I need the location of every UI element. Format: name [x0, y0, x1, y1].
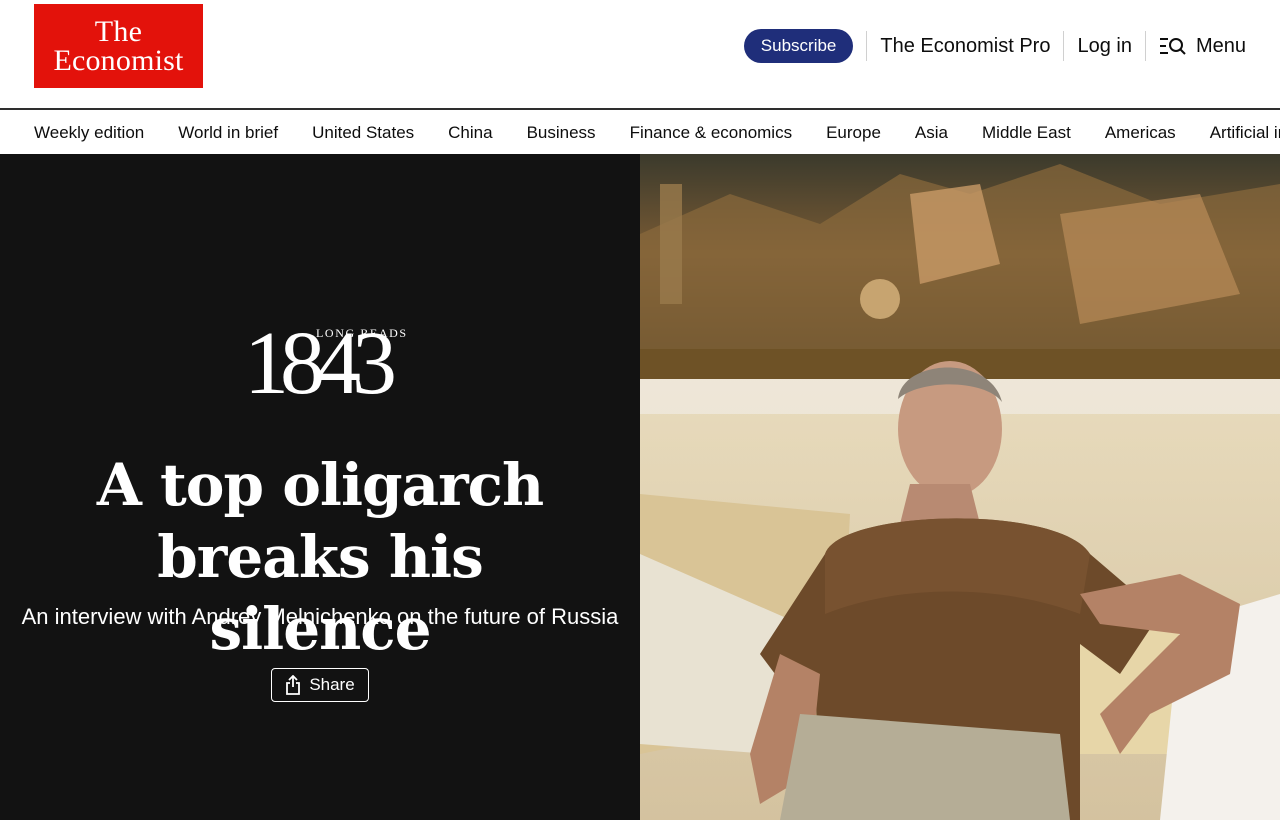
nav-item-united-states[interactable]: United States — [312, 123, 414, 143]
nav-item-asia[interactable]: Asia — [915, 123, 948, 143]
article-headline[interactable]: A top oligarch breaks his silence — [0, 449, 640, 665]
share-icon — [286, 675, 301, 695]
login-link[interactable]: Log in — [1077, 35, 1132, 58]
nav-item-weekly-edition[interactable]: Weekly edition — [34, 123, 144, 143]
menu-label: Menu — [1195, 34, 1246, 57]
nav-item-americas[interactable]: Americas — [1105, 123, 1176, 143]
share-button[interactable]: Share — [271, 668, 369, 702]
nav-item-world-in-brief[interactable]: World in brief — [178, 123, 278, 143]
nav-item-middle-east[interactable]: Middle East — [982, 123, 1071, 143]
economist-logo[interactable]: The Economist — [34, 4, 203, 88]
header-divider — [866, 31, 868, 61]
subscribe-button[interactable]: Subscribe — [743, 29, 854, 63]
hero-photo — [640, 154, 1280, 820]
header-divider — [1063, 31, 1065, 61]
logo-line-2: Economist — [53, 44, 184, 77]
share-label: Share — [309, 675, 355, 694]
hero-panel: 1843 LONG READS A top oligarch breaks hi… — [0, 154, 640, 820]
nav-item-europe[interactable]: Europe — [826, 123, 881, 143]
badge-label: LONG READS — [316, 326, 408, 340]
article-dek: An interview with Andrey Melnichenko on … — [21, 604, 619, 629]
1843-long-reads-badge: 1843 LONG READS — [244, 319, 419, 419]
nav-item-finance-economics[interactable]: Finance & economics — [630, 123, 793, 143]
header-divider — [1144, 31, 1146, 61]
logo-line-1: The — [94, 15, 143, 48]
portrait-photo-illustration — [640, 154, 1280, 820]
header-actions: Subscribe The Economist Pro Log in Menu — [743, 29, 1246, 63]
headline-line-2: breaks his silence — [157, 523, 483, 663]
nav-item-business[interactable]: Business — [527, 123, 596, 143]
search-menu-icon — [1159, 38, 1186, 55]
economist-pro-link[interactable]: The Economist Pro — [880, 35, 1050, 58]
section-nav: Weekly edition World in brief United Sta… — [0, 112, 1280, 154]
headline-line-1: A top oligarch — [96, 451, 544, 519]
nav-item-china[interactable]: China — [448, 123, 492, 143]
menu-button[interactable]: Menu — [1159, 35, 1246, 58]
site-header: The Economist Subscribe The Economist Pr… — [0, 0, 1280, 110]
nav-item-artificial-intelligence[interactable]: Artificial intelligence — [1210, 123, 1280, 143]
